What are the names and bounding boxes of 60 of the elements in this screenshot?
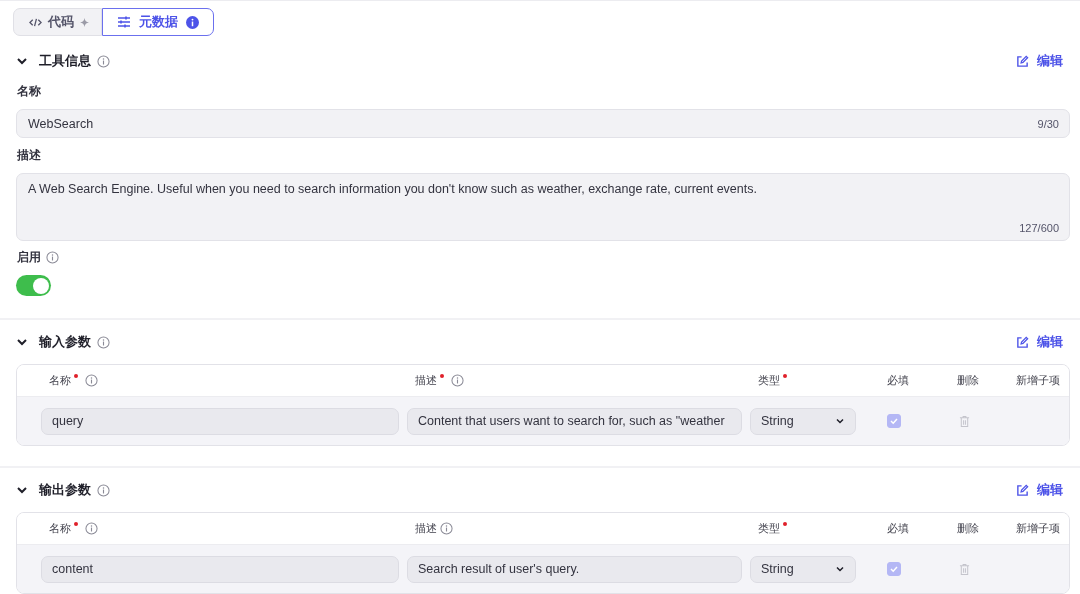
caret-icon [835, 416, 845, 426]
check-icon [889, 416, 899, 426]
info-icon [97, 483, 110, 497]
info-icon [85, 522, 98, 535]
tab[interactable]: 元数据 [102, 8, 214, 36]
info-icon [97, 54, 110, 68]
edit-button[interactable]: 编辑 [1016, 481, 1063, 499]
chevron-down-icon[interactable] [16, 55, 28, 67]
sliders-icon [117, 15, 131, 29]
name-field[interactable]: WebSearch 9/30 [16, 109, 1070, 138]
name-input[interactable]: query [41, 407, 399, 435]
edit-button[interactable]: 编辑 [1016, 52, 1063, 70]
edit-button[interactable]: 编辑 [1016, 333, 1063, 351]
required-mark-icon [783, 374, 787, 378]
column-header: 新增子项 [1016, 373, 1060, 388]
info-icon [186, 15, 199, 29]
column-header: 描述 [415, 521, 437, 536]
edit-icon [1016, 483, 1029, 497]
type-select[interactable]: String [750, 555, 856, 583]
column-header: 必填 [887, 373, 909, 388]
description-input[interactable]: Content that users want to search for, such as "weather [407, 407, 742, 435]
info-icon [46, 251, 59, 264]
description-field[interactable]: A Web Search Engine. Useful when you need to search information you don't know such as weather, exchange rate, current events. 127/600 [16, 173, 1070, 241]
type-select[interactable]: String [750, 407, 856, 435]
column-header: 删除 [957, 521, 979, 536]
sparkle-icon [80, 17, 89, 27]
chevron-down-icon[interactable] [16, 484, 28, 496]
column-header: 名称 [49, 373, 71, 388]
tab[interactable]: 代码 [13, 8, 102, 36]
description-input[interactable]: Search result of user's query. [407, 555, 742, 583]
info-icon [85, 374, 98, 387]
column-header: 名称 [49, 521, 71, 536]
caret-icon [835, 564, 845, 574]
info-icon [97, 335, 110, 349]
required-checkbox[interactable] [887, 562, 901, 576]
required-checkbox[interactable] [887, 414, 901, 428]
required-mark-icon [74, 522, 78, 526]
field-label: 名称 [17, 83, 42, 100]
edit-icon [1016, 54, 1029, 68]
column-header: 类型 [758, 521, 780, 536]
required-mark-icon [440, 374, 444, 378]
required-mark-icon [783, 522, 787, 526]
column-header: 新增子项 [1016, 521, 1060, 536]
edit-icon [1016, 335, 1029, 349]
field-label: 启用 [17, 249, 41, 266]
check-icon [889, 564, 899, 574]
info-icon [440, 522, 453, 535]
field-label: 描述 [17, 147, 42, 164]
column-header: 类型 [758, 373, 780, 388]
section-title: 输入参数 [39, 333, 91, 351]
section-title: 工具信息 [39, 52, 91, 70]
section-title: 输出参数 [39, 481, 91, 499]
column-header: 描述 [415, 373, 437, 388]
column-header: 删除 [957, 373, 979, 388]
name-input[interactable]: content [41, 555, 399, 583]
info-icon [451, 374, 464, 387]
column-header: 必填 [887, 521, 909, 536]
toggle-switch[interactable] [16, 275, 51, 296]
chevron-down-icon[interactable] [16, 336, 28, 348]
required-mark-icon [74, 374, 78, 378]
